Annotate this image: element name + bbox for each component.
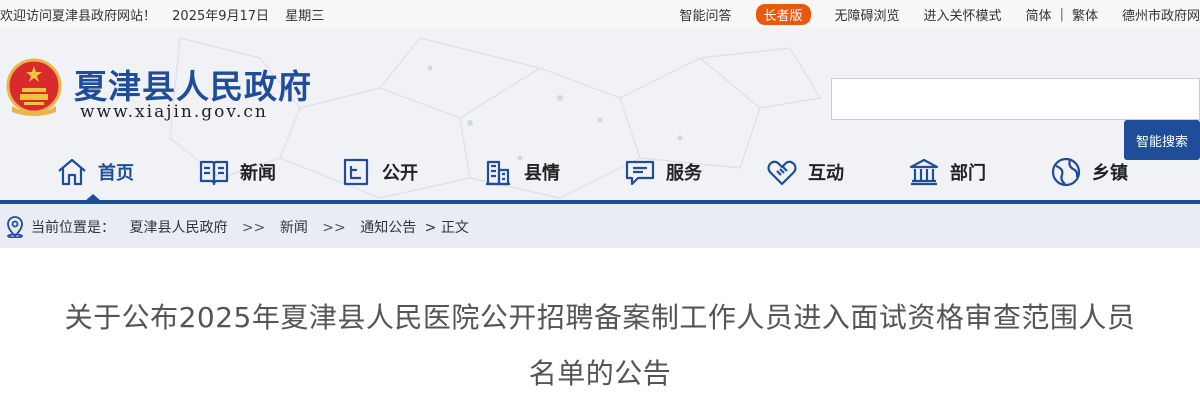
building-icon (482, 156, 514, 188)
nav-item-news[interactable]: 新闻 (198, 148, 276, 196)
nav-label-home: 首页 (98, 159, 134, 185)
welcome-text: 欢迎访问夏津县政府网站！ (0, 9, 156, 24)
language-separator: | (1060, 7, 1064, 22)
breadcrumb-item-news[interactable]: 新闻 (280, 220, 308, 236)
breadcrumb-item-home[interactable]: 夏津县人民政府 (129, 220, 227, 236)
nav-label-towns: 乡镇 (1092, 159, 1128, 185)
document-icon (340, 156, 372, 188)
traditional-chinese-link[interactable]: 繁体 (1072, 5, 1098, 24)
nav-label-service: 服务 (666, 159, 702, 185)
globe-icon (1050, 156, 1082, 188)
breadcrumb-current: 正文 (441, 220, 469, 236)
breadcrumb-current-prefix: > (425, 220, 441, 236)
site-title: 夏津县人民政府 (74, 60, 312, 108)
nav-item-departments[interactable]: 部门 (908, 148, 986, 196)
chat-icon (624, 156, 656, 188)
nav-item-home[interactable]: 首页 (56, 148, 134, 196)
search-input[interactable] (831, 78, 1200, 120)
current-date: 2025年9月17日 (172, 9, 269, 24)
accessible-browse-link[interactable]: 无障碍浏览 (835, 5, 900, 24)
breadcrumb-arrow: >> (322, 220, 345, 236)
nav-label-county: 县情 (524, 159, 560, 185)
breadcrumb-trail: 当前位置是： 夏津县人民政府 >> 新闻 >> 通知公告 > 正文 (31, 217, 479, 237)
handshake-icon (766, 156, 798, 188)
home-icon (56, 156, 88, 188)
dezhou-gov-link[interactable]: 德州市政府网 (1122, 5, 1200, 24)
elder-version-button[interactable]: 长者版 (756, 4, 811, 25)
nav-item-public[interactable]: 公开 (340, 148, 418, 196)
location-icon (5, 216, 25, 238)
nav-label-news: 新闻 (240, 159, 276, 185)
nav-label-interact: 互动 (808, 159, 844, 185)
site-header: 夏津县人民政府 www.xiajin.gov.cn 智能搜索 首页 新闻 公开 (0, 28, 1200, 204)
institution-icon (908, 156, 940, 188)
nav-item-county[interactable]: 县情 (482, 148, 560, 196)
article-title: 关于公布2025年夏津县人民医院公开招聘备案制工作人员进入面试资格审查范围人员名… (60, 290, 1140, 402)
top-links: 智能问答 长者版 无障碍浏览 进入关怀模式 简体 | 繁体 德州市政府网 (668, 0, 1200, 28)
breadcrumb-arrow: >> (242, 220, 265, 236)
nav-label-departments: 部门 (950, 159, 986, 185)
national-emblem-logo (6, 58, 62, 118)
smart-qa-link[interactable]: 智能问答 (680, 5, 732, 24)
current-weekday: 星期三 (285, 9, 324, 24)
nav-item-towns[interactable]: 乡镇 (1050, 148, 1128, 196)
nav-label-public: 公开 (382, 159, 418, 185)
simplified-chinese-link[interactable]: 简体 (1026, 5, 1052, 24)
top-bar: 欢迎访问夏津县政府网站！ 2025年9月17日 星期三 智能问答 长者版 无障碍… (0, 0, 1200, 28)
breadcrumb: 当前位置是： 夏津县人民政府 >> 新闻 >> 通知公告 > 正文 (0, 204, 1200, 248)
nav-item-service[interactable]: 服务 (624, 148, 702, 196)
main-nav: 首页 新闻 公开 县情 服务 (0, 148, 1200, 196)
breadcrumb-item-notices[interactable]: 通知公告 (360, 220, 416, 236)
welcome-info: 欢迎访问夏津县政府网站！ 2025年9月17日 星期三 (0, 5, 336, 24)
site-domain: www.xiajin.gov.cn (80, 102, 268, 122)
breadcrumb-prefix: 当前位置是： (31, 220, 115, 236)
nav-item-interact[interactable]: 互动 (766, 148, 844, 196)
newspaper-icon (198, 156, 230, 188)
care-mode-link[interactable]: 进入关怀模式 (924, 5, 1002, 24)
